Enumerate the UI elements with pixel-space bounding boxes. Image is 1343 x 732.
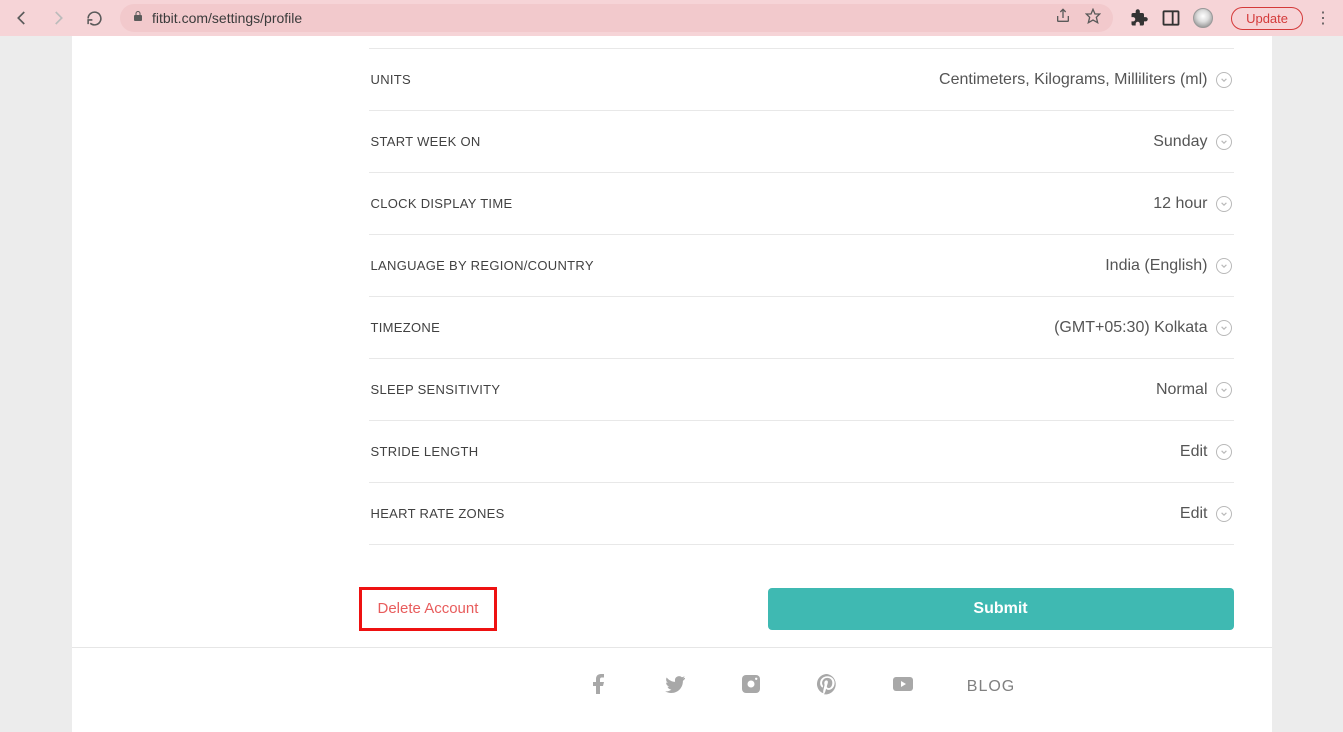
settings-row-sleep[interactable]: SLEEP SENSITIVITY Normal — [369, 358, 1234, 421]
delete-account-highlight: Delete Account — [359, 587, 498, 631]
chevron-down-icon — [1216, 72, 1232, 88]
chevron-down-icon — [1216, 258, 1232, 274]
profile-avatar-icon[interactable] — [1193, 8, 1213, 28]
kebab-menu-icon[interactable]: ⋮ — [1311, 8, 1335, 28]
row-label: START WEEK ON — [371, 134, 481, 149]
settings-row-language[interactable]: LANGUAGE BY REGION/COUNTRY India (Englis… — [369, 234, 1234, 297]
row-value: Edit — [1180, 505, 1208, 523]
settings-row-units[interactable]: UNITS Centimeters, Kilograms, Milliliter… — [369, 48, 1234, 111]
row-value: Edit — [1180, 443, 1208, 461]
chevron-down-icon — [1216, 444, 1232, 460]
chevron-down-icon — [1216, 506, 1232, 522]
settings-row-stride[interactable]: STRIDE LENGTH Edit — [369, 420, 1234, 483]
row-label: HEART RATE ZONES — [371, 506, 505, 521]
row-value: Centimeters, Kilograms, Milliliters (ml) — [939, 71, 1207, 89]
facebook-icon[interactable] — [587, 672, 611, 702]
submit-button[interactable]: Submit — [768, 588, 1234, 630]
instagram-icon[interactable] — [739, 672, 763, 702]
page-container: UNITS Centimeters, Kilograms, Milliliter… — [72, 36, 1272, 732]
lock-icon — [132, 9, 144, 27]
back-button[interactable] — [8, 4, 36, 32]
delete-account-link[interactable]: Delete Account — [378, 600, 479, 617]
panel-icon[interactable] — [1161, 8, 1181, 28]
share-icon[interactable] — [1055, 8, 1071, 29]
action-buttons: Delete Account Submit — [359, 587, 1234, 631]
pinterest-icon[interactable] — [815, 672, 839, 702]
row-value: Normal — [1156, 381, 1208, 399]
settings-row-heart-rate[interactable]: HEART RATE ZONES Edit — [369, 482, 1234, 545]
chevron-down-icon — [1216, 134, 1232, 150]
row-value: Sunday — [1153, 133, 1207, 151]
row-value: India (English) — [1105, 257, 1207, 275]
settings-column: UNITS Centimeters, Kilograms, Milliliter… — [369, 36, 1234, 702]
settings-row-timezone[interactable]: TIMEZONE (GMT+05:30) Kolkata — [369, 296, 1234, 359]
row-label: SLEEP SENSITIVITY — [371, 382, 501, 397]
chevron-down-icon — [1216, 382, 1232, 398]
update-button[interactable]: Update — [1231, 7, 1303, 30]
row-label: CLOCK DISPLAY TIME — [371, 196, 513, 211]
chevron-down-icon — [1216, 196, 1232, 212]
forward-button[interactable] — [44, 4, 72, 32]
twitter-icon[interactable] — [663, 672, 687, 702]
extensions-icon[interactable] — [1129, 8, 1149, 28]
row-label: STRIDE LENGTH — [371, 444, 479, 459]
reload-button[interactable] — [80, 4, 108, 32]
extension-icons — [1129, 8, 1217, 28]
settings-row-start-week[interactable]: START WEEK ON Sunday — [369, 110, 1234, 173]
row-label: TIMEZONE — [371, 320, 441, 335]
url-text: fitbit.com/settings/profile — [152, 10, 302, 26]
row-label: UNITS — [371, 72, 412, 87]
star-icon[interactable] — [1085, 8, 1101, 29]
settings-row-clock[interactable]: CLOCK DISPLAY TIME 12 hour — [369, 172, 1234, 235]
browser-toolbar: fitbit.com/settings/profile Update ⋮ — [0, 0, 1343, 36]
address-bar[interactable]: fitbit.com/settings/profile — [120, 4, 1113, 32]
youtube-icon[interactable] — [891, 672, 915, 702]
footer-social: BLOG — [369, 648, 1234, 702]
blog-link[interactable]: BLOG — [967, 678, 1015, 696]
row-value: 12 hour — [1153, 195, 1207, 213]
row-value: (GMT+05:30) Kolkata — [1054, 319, 1207, 337]
row-label: LANGUAGE BY REGION/COUNTRY — [371, 258, 594, 273]
chevron-down-icon — [1216, 320, 1232, 336]
